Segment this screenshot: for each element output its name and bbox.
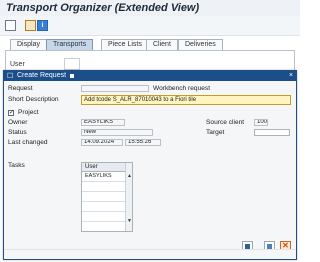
user-field[interactable] [64,58,80,70]
user-label: User [10,61,25,68]
tab-transports[interactable]: Transports [46,39,94,50]
dialog-title-bar: ☐ Create Request × [4,71,296,81]
dialog-title: Create Request [17,72,67,79]
dialog-body: Request Workbench request Short Descript… [4,81,296,252]
request-label: Request [8,85,33,92]
status-field: New [81,129,153,136]
project-label: Project [18,109,39,116]
table-row[interactable]: EASYLIKS [82,172,126,182]
edit-icon[interactable] [25,20,36,31]
table-row[interactable] [82,192,126,202]
toolbar: i [0,16,300,36]
dialog-footer [4,249,296,259]
app-title: Transport Organizer (Extended View) [6,2,200,14]
info-icon[interactable]: i [37,20,48,31]
tab-strip: Display Transports Piece Lists Client De… [0,36,300,50]
owner-label: Owner [8,119,28,126]
request-field [81,85,149,92]
scroll-down-icon[interactable]: ▼ [127,218,132,224]
last-changed-label: Last changed [8,139,48,146]
source-client-label: Source client [206,119,245,126]
table-row[interactable] [82,182,126,192]
create-request-dialog: ☐ Create Request × Request Workbench req… [3,70,297,260]
tab-deliveries[interactable]: Deliveries [178,39,223,50]
source-client-field: 100 [254,119,268,126]
app-title-bar: Transport Organizer (Extended View) [0,0,300,16]
request-type: Workbench request [153,85,211,92]
last-changed-date: 14.09.2024 [81,139,123,146]
dialog-icon: ☐ [7,73,14,80]
short-description-input[interactable]: Add tcode S_ALR_87010043 to a Fiori tile [81,95,291,105]
target-input[interactable] [254,129,290,136]
new-document-icon[interactable] [5,20,16,31]
target-label: Target [206,129,225,136]
tasks-label: Tasks [8,162,25,169]
tab-client[interactable]: Client [146,39,178,50]
tab-display[interactable]: Display [10,39,47,50]
last-changed-time: 15:55:26 [125,139,161,146]
tab-piece-lists[interactable]: Piece Lists [101,39,149,50]
table-row[interactable] [82,212,126,222]
owner-field: EASYLIKS [81,119,125,126]
tasks-table: User EASYLIKS ▲ ▼ [81,162,133,232]
dialog-title-marker-icon [70,74,74,78]
table-row[interactable] [82,202,126,212]
table-row[interactable] [82,222,126,232]
project-checkbox[interactable]: ✓ [8,110,14,116]
tasks-column-user[interactable]: User [82,163,126,172]
short-description-label: Short Description [8,96,59,103]
status-label: Status [8,129,27,136]
tasks-scrollbar[interactable]: ▲ ▼ [125,163,132,231]
close-icon[interactable]: × [289,71,293,81]
scroll-up-icon[interactable]: ▲ [127,173,132,179]
